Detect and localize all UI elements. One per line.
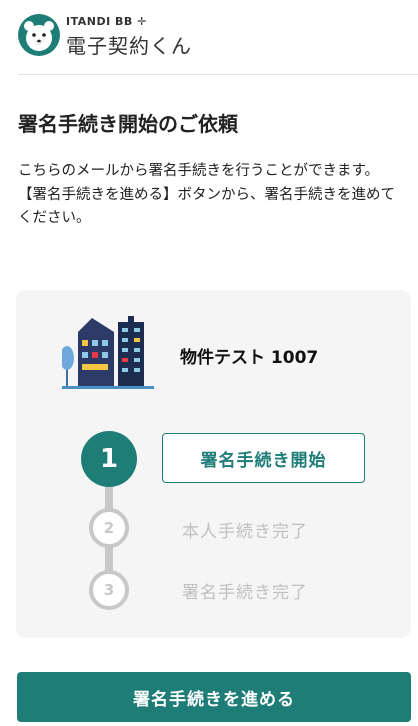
building-icon bbox=[62, 316, 154, 389]
proceed-signing-button[interactable]: 署名手続きを進める bbox=[17, 672, 411, 722]
header: ITANDI BB ✛ 電子契約くん bbox=[0, 0, 418, 74]
brand-subtitle: ITANDI BB ✛ bbox=[66, 15, 147, 28]
description-line-2: 【署名手続きを進める】ボタンから、署名手続きを進めてください。 bbox=[18, 186, 395, 227]
page-title: 署名手続き開始のご依頼 bbox=[18, 112, 238, 136]
step-2-indicator: 2 bbox=[89, 508, 129, 548]
polar-bear-icon bbox=[18, 14, 60, 56]
start-signing-step-button[interactable]: 署名手続き開始 bbox=[162, 433, 365, 483]
header-divider bbox=[18, 74, 418, 75]
step-3-label: 署名手続き完了 bbox=[182, 583, 308, 603]
step-1-indicator: 1 bbox=[81, 431, 137, 487]
brand-name: 電子契約くん bbox=[66, 34, 192, 58]
property-name: 物件テスト 1007 bbox=[180, 348, 319, 368]
description: こちらのメールから署名手続きを行うことができます。 【署名手続きを進める】ボタン… bbox=[18, 160, 403, 231]
step-3-indicator: 3 bbox=[89, 570, 129, 610]
description-line-1: こちらのメールから署名手続きを行うことができます。 bbox=[18, 163, 380, 179]
step-2-label: 本人手続き完了 bbox=[182, 522, 308, 542]
